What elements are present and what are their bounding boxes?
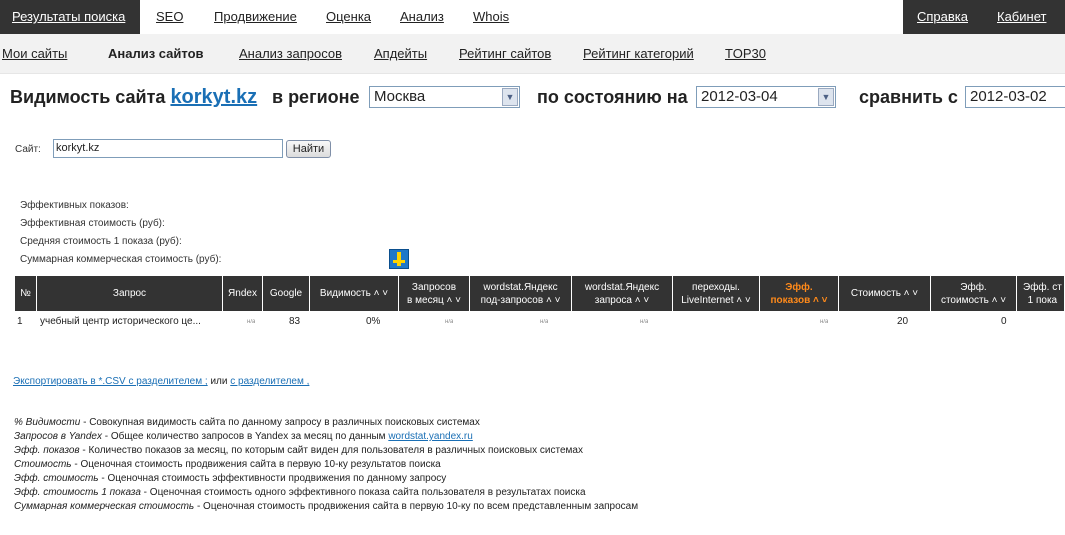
cell-monthly: н/а bbox=[445, 319, 454, 325]
compare-date-select[interactable]: 2012-03-02 bbox=[965, 86, 1065, 108]
col-eff-shows[interactable]: Эфф. показов ˄ ˅ bbox=[760, 276, 839, 311]
cell-num: 1 bbox=[17, 316, 23, 327]
page-title: Видимость сайта korkyt.kz bbox=[10, 83, 257, 111]
legend-item: Эфф. стоимость 1 показа - Оценочная стои… bbox=[14, 487, 586, 498]
sub-navigation: Мои сайты Анализ сайтов Анализ запросов … bbox=[0, 34, 1065, 74]
find-button[interactable]: Найти bbox=[286, 140, 331, 158]
chevron-down-icon[interactable]: ▼ bbox=[502, 88, 518, 106]
compare-label: сравнить с bbox=[859, 87, 958, 107]
legend-term: Эфф. стоимость 1 показа bbox=[14, 487, 141, 498]
summary-total-cost: Суммарная коммерческая стоимость (руб): bbox=[20, 254, 222, 265]
col-cost[interactable]: Стоимость ˄ ˅ bbox=[839, 276, 931, 311]
subnav-top30[interactable]: TOP30 bbox=[725, 34, 766, 74]
subnav-query-analysis[interactable]: Анализ запросов bbox=[239, 34, 342, 74]
legend-term: Стоимость bbox=[14, 459, 72, 470]
legend-term: Эфф. стоимость bbox=[14, 473, 99, 484]
legend-text: - Количество показов за месяц, по которы… bbox=[79, 445, 583, 456]
nav-seo[interactable]: SEO bbox=[156, 0, 183, 34]
summary-avg-cost: Средняя стоимость 1 показа (руб): bbox=[20, 236, 182, 247]
cell-yandex: н/а bbox=[247, 319, 256, 325]
cell-wordstat-query: н/а bbox=[640, 319, 649, 325]
cell-eff-cost: 0 bbox=[1001, 316, 1007, 327]
col-monthly[interactable]: Запросов в месяц ˄ ˅ bbox=[399, 276, 470, 311]
subnav-site-analysis[interactable]: Анализ сайтов bbox=[108, 34, 204, 74]
legend-item: Эфф. показов - Количество показов за мес… bbox=[14, 445, 583, 456]
cell-cost: 20 bbox=[897, 316, 909, 327]
state-date-select[interactable]: 2012-03-04 ▼ bbox=[696, 86, 836, 108]
col-wordstat-sub[interactable]: wordstat.Яндекс под-запросов ˄ ˅ bbox=[470, 276, 572, 311]
legend-term: % Видимости bbox=[14, 417, 81, 428]
site-input[interactable]: korkyt.kz bbox=[53, 139, 283, 158]
visibility-label: Видимость сайта bbox=[10, 87, 166, 107]
nav-promotion[interactable]: Продвижение bbox=[214, 0, 297, 34]
col-number: № bbox=[15, 276, 37, 311]
col-yandex: Яndex bbox=[223, 276, 263, 311]
col-eff-cost-1[interactable]: Эфф. ст 1 пока bbox=[1017, 276, 1065, 311]
legend-item: Запросов в Yandex - Общее количество зап… bbox=[14, 431, 473, 442]
cell-visibility: 0% bbox=[366, 316, 381, 327]
legend-text: - Оценочная стоимость продвижения сайта … bbox=[71, 459, 441, 470]
legend-term: Эфф. показов bbox=[14, 445, 80, 456]
chart-icon[interactable] bbox=[389, 249, 409, 269]
nav-search-results[interactable]: Результаты поиска bbox=[12, 0, 125, 34]
legend-text: - Общее количество запросов в Yandex за … bbox=[101, 431, 389, 442]
compare-date-value: 2012-03-02 bbox=[970, 88, 1047, 105]
subnav-updates[interactable]: Апдейты bbox=[374, 34, 427, 74]
col-wordstat-query[interactable]: wordstat.Яндекс запроса ˄ ˅ bbox=[572, 276, 673, 311]
state-label: по состоянию на bbox=[537, 87, 688, 107]
legend-item: Стоимость - Оценочная стоимость продвиже… bbox=[14, 459, 441, 470]
col-visibility[interactable]: Видимость ˄ ˅ bbox=[310, 276, 399, 311]
export-csv-comma-link[interactable]: с разделителем , bbox=[230, 376, 309, 387]
legend-item: Эфф. стоимость - Оценочная стоимость эфф… bbox=[14, 473, 446, 484]
legend-text: - Оценочная стоимость одного эффективног… bbox=[140, 487, 586, 498]
legend-term: Суммарная коммерческая стоимость bbox=[14, 501, 195, 512]
legend-text: - Оценочная стоимость эффективности прод… bbox=[98, 473, 447, 484]
col-google: Google bbox=[263, 276, 310, 311]
nav-help[interactable]: Справка bbox=[917, 0, 968, 34]
state-date-value: 2012-03-04 bbox=[701, 88, 778, 105]
chevron-down-icon[interactable]: ▼ bbox=[818, 88, 834, 106]
subnav-category-rating[interactable]: Рейтинг категорий bbox=[583, 34, 694, 74]
top-navigation: Результаты поиска SEO Продвижение Оценка… bbox=[0, 0, 1065, 34]
legend-text: - Совокупная видимость сайта по данному … bbox=[80, 417, 480, 428]
legend-text: - Оценочная стоимость продвижения сайта … bbox=[194, 501, 639, 512]
site-link[interactable]: korkyt.kz bbox=[170, 86, 257, 108]
export-or-text: или bbox=[210, 376, 228, 387]
nav-analysis[interactable]: Анализ bbox=[400, 0, 444, 34]
nav-whois[interactable]: Whois bbox=[473, 0, 509, 34]
summary-eff-shows: Эффективных показов: bbox=[20, 200, 129, 211]
subnav-my-sites[interactable]: Мои сайты bbox=[2, 34, 67, 74]
cell-wordstat-sub: н/а bbox=[540, 319, 549, 325]
region-label: в регионе bbox=[272, 87, 360, 107]
col-eff-cost[interactable]: Эфф. стоимость ˄ ˅ bbox=[931, 276, 1017, 311]
region-select[interactable]: Москва ▼ bbox=[369, 86, 520, 108]
cell-eff-shows: н/а bbox=[820, 319, 829, 325]
subnav-site-rating[interactable]: Рейтинг сайтов bbox=[459, 34, 551, 74]
legend-item: % Видимости - Совокупная видимость сайта… bbox=[14, 417, 480, 428]
region-value: Москва bbox=[374, 88, 426, 105]
legend-term: Запросов в Yandex bbox=[14, 431, 102, 442]
export-csv-semicolon-link[interactable]: Экспортировать в *.CSV с разделителем ; bbox=[13, 376, 208, 387]
col-query: Запрос bbox=[37, 276, 223, 311]
wordstat-link[interactable]: wordstat.yandex.ru bbox=[388, 431, 473, 442]
site-field-label: Сайт: bbox=[15, 144, 41, 155]
nav-cabinet[interactable]: Кабинет bbox=[997, 0, 1046, 34]
legend-item: Суммарная коммерческая стоимость - Оцено… bbox=[14, 501, 638, 512]
cell-query: учебный центр исторического це... bbox=[40, 316, 201, 327]
export-line: Экспортировать в *.CSV с разделителем ; … bbox=[13, 376, 309, 387]
nav-evaluation[interactable]: Оценка bbox=[326, 0, 371, 34]
cell-google: 83 bbox=[289, 316, 301, 327]
col-liveinternet[interactable]: переходы. LiveInternet ˄ ˅ bbox=[673, 276, 760, 311]
summary-eff-cost: Эффективная стоимость (руб): bbox=[20, 218, 165, 229]
